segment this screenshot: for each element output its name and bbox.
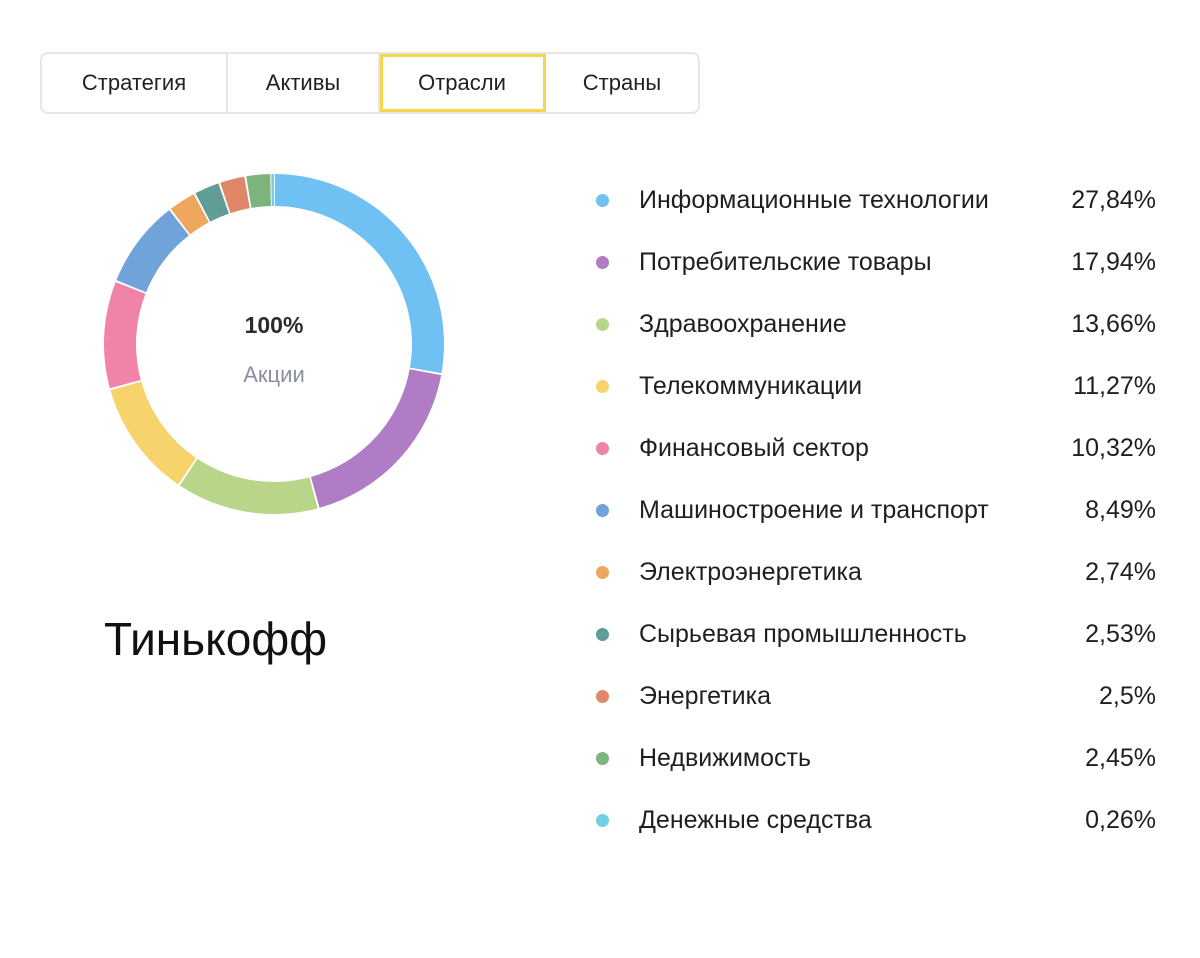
legend-item: Денежные средства 0,26% <box>596 796 1156 844</box>
legend-dot-icon <box>596 504 609 517</box>
legend-value: 13,66% <box>1071 310 1156 338</box>
legend-dot-icon <box>596 194 609 207</box>
legend-label: Электроэнергетика <box>639 558 862 586</box>
legend-dot-icon <box>596 318 609 331</box>
donut-slice-10[interactable] <box>246 174 271 208</box>
donut-slice-3[interactable] <box>179 458 318 514</box>
legend-value: 11,27% <box>1073 372 1156 400</box>
legend-label: Машиностроение и транспорт <box>639 496 989 524</box>
legend-item: Телекоммуникации 11,27% <box>596 362 1156 410</box>
legend-item: Финансовый сектор 10,32% <box>596 424 1156 472</box>
legend-item: Сырьевая промышленность 2,53% <box>596 610 1156 658</box>
donut-chart: 100% Акции <box>104 174 444 514</box>
legend-label: Телекоммуникации <box>639 372 863 400</box>
donut-center-label: Акции <box>243 362 305 387</box>
legend-item: Электроэнергетика 2,74% <box>596 548 1156 596</box>
legend-dot-icon <box>596 628 609 641</box>
legend-value: 0,26% <box>1085 806 1156 834</box>
legend-value: 17,94% <box>1071 248 1156 276</box>
legend-item: Информационные технологии 27,84% <box>596 176 1156 224</box>
donut-slice-11[interactable] <box>271 174 274 207</box>
legend-label: Энергетика <box>639 682 772 710</box>
donut-slice-1[interactable] <box>274 174 444 374</box>
legend-item: Энергетика 2,5% <box>596 672 1156 720</box>
legend-item: Здравоохранение 13,66% <box>596 300 1156 348</box>
legend-dot-icon <box>596 442 609 455</box>
chart-legend: Информационные технологии 27,84% Потребите… <box>596 176 1156 858</box>
tab-sectors[interactable]: Отрасли <box>380 54 546 112</box>
legend-label: Финансовый сектор <box>639 434 869 462</box>
legend-dot-icon <box>596 752 609 765</box>
legend-value: 2,74% <box>1085 558 1156 586</box>
legend-label: Сырьевая промышленность <box>639 620 967 648</box>
donut-slice-4[interactable] <box>110 381 197 485</box>
tab-assets[interactable]: Активы <box>228 54 380 112</box>
legend-label: Денежные средства <box>639 806 872 834</box>
segment-tabs: Стратегия Активы Отрасли Страны <box>40 52 700 114</box>
legend-dot-icon <box>596 690 609 703</box>
donut-center-value: 100% <box>244 312 304 338</box>
donut-slice-2[interactable] <box>310 369 442 508</box>
tab-strategy[interactable]: Стратегия <box>42 54 228 112</box>
tab-countries[interactable]: Страны <box>546 54 698 112</box>
legend-value: 2,45% <box>1085 744 1156 772</box>
donut-slice-6[interactable] <box>116 210 189 293</box>
legend-dot-icon <box>596 256 609 269</box>
legend-item: Недвижимость 2,45% <box>596 734 1156 782</box>
legend-label: Потребительские товары <box>639 248 932 276</box>
fund-name: Тинькофф <box>104 613 328 665</box>
legend-value: 2,5% <box>1099 682 1156 710</box>
legend-dot-icon <box>596 380 609 393</box>
legend-label: Недвижимость <box>639 744 811 772</box>
legend-dot-icon <box>596 814 609 827</box>
legend-item: Потребительские товары 17,94% <box>596 238 1156 286</box>
legend-value: 10,32% <box>1071 434 1156 462</box>
donut-svg <box>104 174 444 514</box>
legend-dot-icon <box>596 566 609 579</box>
legend-item: Машиностроение и транспорт 8,49% <box>596 486 1156 534</box>
legend-value: 2,53% <box>1085 620 1156 648</box>
legend-value: 8,49% <box>1085 496 1156 524</box>
legend-value: 27,84% <box>1071 186 1156 214</box>
legend-label: Здравоохранение <box>639 310 847 338</box>
legend-label: Информационные технологии <box>639 186 989 214</box>
